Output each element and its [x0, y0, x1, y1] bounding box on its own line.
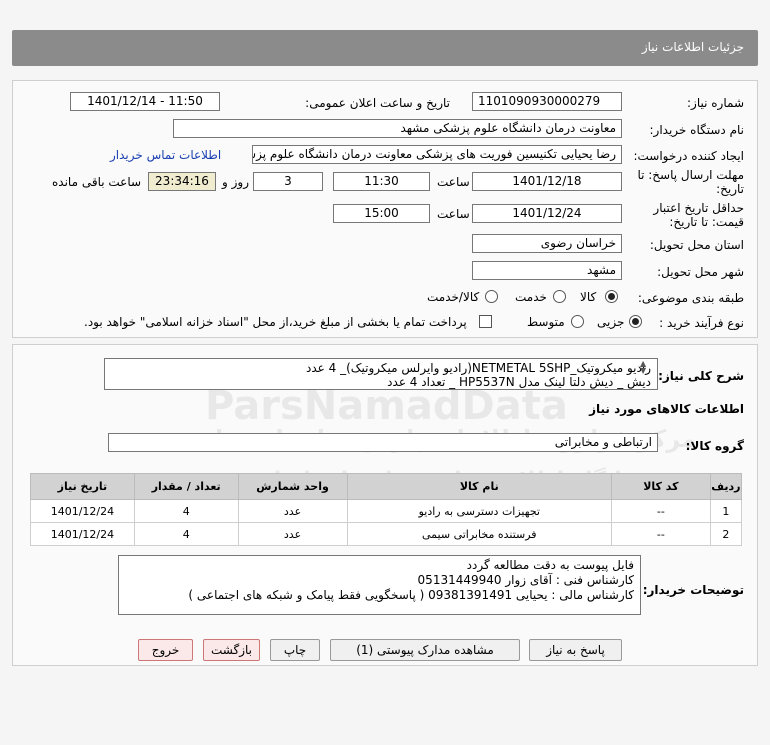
province-label: استان محل تحویل:	[649, 238, 744, 252]
goods-table: ردیف کد کالا نام کالا واحد شمارش تعداد /…	[30, 473, 743, 546]
header-bar: جزئیات اطلاعات نیاز	[12, 30, 758, 66]
buyer-field: معاونت درمان دانشگاه علوم پزشکی مشهد	[173, 119, 622, 138]
goods-group-label: گروه کالا:	[685, 439, 744, 453]
page-title: جزئیات اطلاعات نیاز	[641, 40, 744, 54]
summary-line-2: دیش _ دیش دلتا لینک مدل HP5537N _ تعداد …	[387, 375, 651, 389]
buyer-notes-label: توضیحات خریدار:	[642, 583, 744, 597]
goods-group-field: ارتباطی و مخابراتی	[108, 433, 658, 452]
col-date: تاریخ نیاز	[30, 473, 135, 500]
deadline-label-2: تاریخ:	[716, 182, 744, 196]
table-row: 1 -- تجهیزات دسترسی به رادیو عدد 4 1401/…	[30, 499, 743, 523]
category-both-label: کالا/خدمت	[427, 290, 480, 304]
treasury-payment-checkbox[interactable]	[479, 315, 492, 328]
buyer-notes-line-2: کارشناس فنی : آقای زوار 05131449940	[417, 573, 634, 587]
table-row: 2 -- فرستنده مخابراتی سیمی عدد 4 1401/12…	[30, 522, 743, 546]
buyer-label: نام دستگاه خریدار:	[649, 123, 745, 137]
reply-button[interactable]: پاسخ به نیاز	[529, 639, 622, 661]
process-minor-label: جزیی	[597, 315, 625, 329]
col-code: کد کالا	[611, 473, 711, 500]
attachments-button[interactable]: مشاهده مدارک پیوستی (1)	[330, 639, 520, 661]
category-radio-service[interactable]	[553, 290, 566, 303]
creator-label: ایجاد کننده درخواست:	[633, 149, 744, 163]
validity-label: حداقل تاریخ اعتبار	[653, 201, 744, 215]
goods-section-title: اطلاعات کالاهای مورد نیاز	[589, 402, 744, 416]
summary-textarea: رادیو میکروتیک_NETMETAL 5SHP(رادیو وایرل…	[104, 358, 658, 390]
cell-date: 1401/12/24	[30, 522, 135, 546]
category-radio-both[interactable]	[485, 290, 498, 303]
summary-label: شرح کلی نیاز:	[658, 369, 744, 383]
cell-row: 1	[709, 499, 743, 523]
deadline-date-field: 1401/12/18	[472, 172, 622, 191]
need-number-label: شماره نیاز:	[687, 96, 744, 110]
remaining-label: ساعت باقی مانده	[52, 175, 142, 189]
cell-name: تجهیزات دسترسی به رادیو	[346, 499, 613, 523]
deadline-time-label: ساعت	[437, 175, 470, 189]
validity-time-field: 15:00	[333, 204, 430, 223]
buyer-notes-textarea: فایل پیوست به دقت مطالعه گردد کارشناس فن…	[118, 555, 641, 615]
summary-scroll-icon[interactable]: ▲ ▼	[640, 360, 646, 375]
cell-qty: 4	[133, 499, 239, 523]
remaining-time-field: 23:34:16	[148, 172, 216, 191]
creator-field: رضا یحیایی تکنیسین فوریت های پزشکی معاون…	[252, 145, 622, 164]
col-qty: تعداد / مقدار	[133, 473, 239, 500]
cell-name: فرستنده مخابراتی سیمی	[346, 522, 613, 546]
print-button[interactable]: چاپ	[270, 639, 320, 661]
exit-button[interactable]: خروج	[138, 639, 193, 661]
cell-row: 2	[709, 522, 743, 546]
col-unit: واحد شمارش	[237, 473, 348, 500]
cell-code: --	[611, 499, 711, 523]
treasury-payment-text: پرداخت تمام یا بخشی از مبلغ خرید،از محل …	[84, 315, 467, 329]
cell-unit: عدد	[237, 522, 348, 546]
buyer-notes-line-1: فایل پیوست به دقت مطالعه گردد	[466, 558, 634, 572]
goods-table-header: ردیف کد کالا نام کالا واحد شمارش تعداد /…	[30, 473, 743, 500]
cell-date: 1401/12/24	[30, 499, 135, 523]
deadline-time-field: 11:30	[333, 172, 430, 191]
city-label: شهر محل تحویل:	[657, 265, 744, 279]
cell-code: --	[611, 522, 711, 546]
col-row: ردیف	[709, 473, 743, 500]
province-field: خراسان رضوی	[472, 234, 622, 253]
validity-time-label: ساعت	[437, 207, 470, 221]
process-label: نوع فرآیند خرید :	[659, 316, 744, 330]
category-radio-goods[interactable]	[605, 290, 618, 303]
cell-qty: 4	[133, 522, 239, 546]
buyer-notes-line-3: کارشناس مالی : یحیایی 09381391491 ( پاسخ…	[188, 588, 634, 602]
days-field: 3	[253, 172, 323, 191]
category-goods-label: کالا	[580, 290, 597, 304]
announce-field: 1401/12/14 - 11:50	[70, 92, 220, 111]
days-label: روز و	[222, 175, 249, 189]
process-radio-medium[interactable]	[571, 315, 584, 328]
category-label: طبقه بندی موضوعی:	[637, 291, 744, 305]
category-service-label: خدمت	[515, 290, 547, 304]
validity-date-field: 1401/12/24	[472, 204, 622, 223]
cell-unit: عدد	[237, 499, 348, 523]
process-medium-label: متوسط	[527, 315, 565, 329]
need-number-field: 1101090930000279	[472, 92, 622, 111]
process-radio-minor[interactable]	[629, 315, 642, 328]
contact-info-link[interactable]: اطلاعات تماس خریدار	[110, 148, 221, 162]
validity-label-2: قیمت: تا تاریخ:	[669, 215, 744, 229]
announce-label: تاریخ و ساعت اعلان عمومی:	[305, 96, 450, 110]
city-field: مشهد	[472, 261, 622, 280]
deadline-label: مهلت ارسال پاسخ: تا	[637, 168, 744, 182]
col-name: نام کالا	[346, 473, 613, 500]
back-button[interactable]: بازگشت	[203, 639, 260, 661]
summary-line-1: رادیو میکروتیک_NETMETAL 5SHP(رادیو وایرل…	[306, 361, 651, 375]
